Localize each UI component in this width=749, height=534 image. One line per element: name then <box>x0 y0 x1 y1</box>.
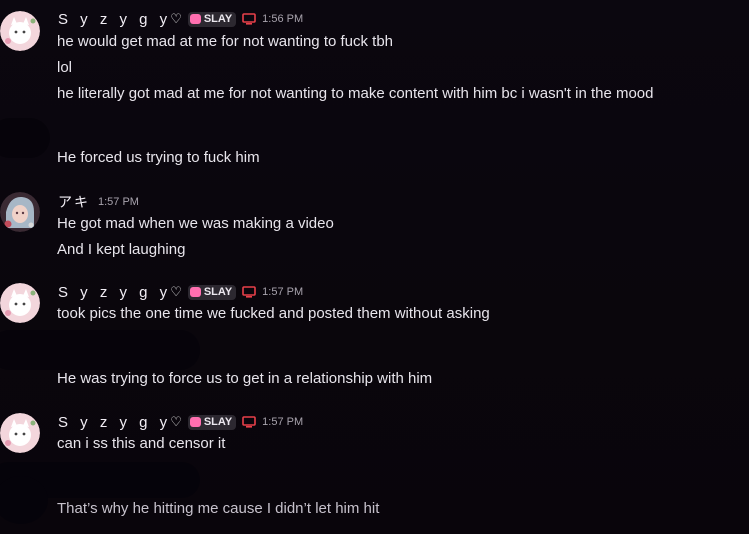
avatar[interactable] <box>0 192 40 232</box>
anime-avatar-icon <box>0 192 40 232</box>
message-text: took pics the one time we fucked and pos… <box>57 305 490 322</box>
avatar[interactable] <box>0 413 40 453</box>
guild-tag-label: SLAY <box>203 416 233 428</box>
cat-avatar-icon <box>0 11 40 51</box>
guild-tag[interactable]: SLAY <box>187 414 237 430</box>
message-text: He forced us trying to fuck him <box>57 149 260 166</box>
avatar[interactable] <box>0 283 40 323</box>
slay-heart-icon <box>189 417 201 427</box>
message-header: S y z y g y ♡ SLAY 1:57 PM <box>58 411 303 433</box>
avatar[interactable] <box>0 11 40 51</box>
username[interactable]: S y z y g y <box>58 11 171 28</box>
guild-tag-label: SLAY <box>203 286 233 298</box>
desktop-icon <box>242 416 256 428</box>
message-text: he would get mad at me for not wanting t… <box>57 33 394 50</box>
message-text: can i ss this and censor it <box>57 435 226 452</box>
message-text: He got mad when we was making a video <box>57 215 334 232</box>
message-header: S y z y g y ♡ SLAY 1:57 PM <box>58 281 303 303</box>
chat-log: S y z y g y ♡ SLAY 1:56 PM he would get … <box>0 0 749 534</box>
hidden-avatar <box>0 476 48 524</box>
message-header: S y z y g y ♡ SLAY 1:56 PM <box>58 8 303 30</box>
message-text: lol <box>57 59 73 76</box>
username[interactable]: アキ <box>58 192 90 212</box>
timestamp: 1:57 PM <box>262 416 304 428</box>
message-text: And I kept laughing <box>57 241 186 258</box>
message-text: he literally got mad at me for not wanti… <box>57 85 654 102</box>
message-text: That’s why he hitting me cause I didn’t … <box>57 500 380 517</box>
desktop-icon <box>242 286 256 298</box>
heart-outline-icon: ♡ <box>170 11 182 26</box>
cat-avatar-icon <box>0 413 40 453</box>
desktop-icon <box>242 13 256 25</box>
heart-outline-icon: ♡ <box>170 414 182 429</box>
message-text: He was trying to force us to get in a re… <box>57 370 433 387</box>
timestamp: 1:57 PM <box>98 196 139 208</box>
username[interactable]: S y z y g y <box>58 414 171 431</box>
hidden-avatar <box>0 118 50 158</box>
slay-heart-icon <box>189 14 201 24</box>
username[interactable]: S y z y g y <box>58 284 171 301</box>
message-header: アキ 1:57 PM <box>58 191 139 213</box>
slay-heart-icon <box>189 287 201 297</box>
guild-tag[interactable]: SLAY <box>187 11 237 27</box>
timestamp: 1:57 PM <box>262 286 304 298</box>
timestamp: 1:56 PM <box>262 13 304 25</box>
guild-tag-label: SLAY <box>203 13 233 25</box>
hidden-avatar <box>0 330 200 370</box>
guild-tag[interactable]: SLAY <box>187 284 237 300</box>
cat-avatar-icon <box>0 283 40 323</box>
heart-outline-icon: ♡ <box>170 284 182 299</box>
